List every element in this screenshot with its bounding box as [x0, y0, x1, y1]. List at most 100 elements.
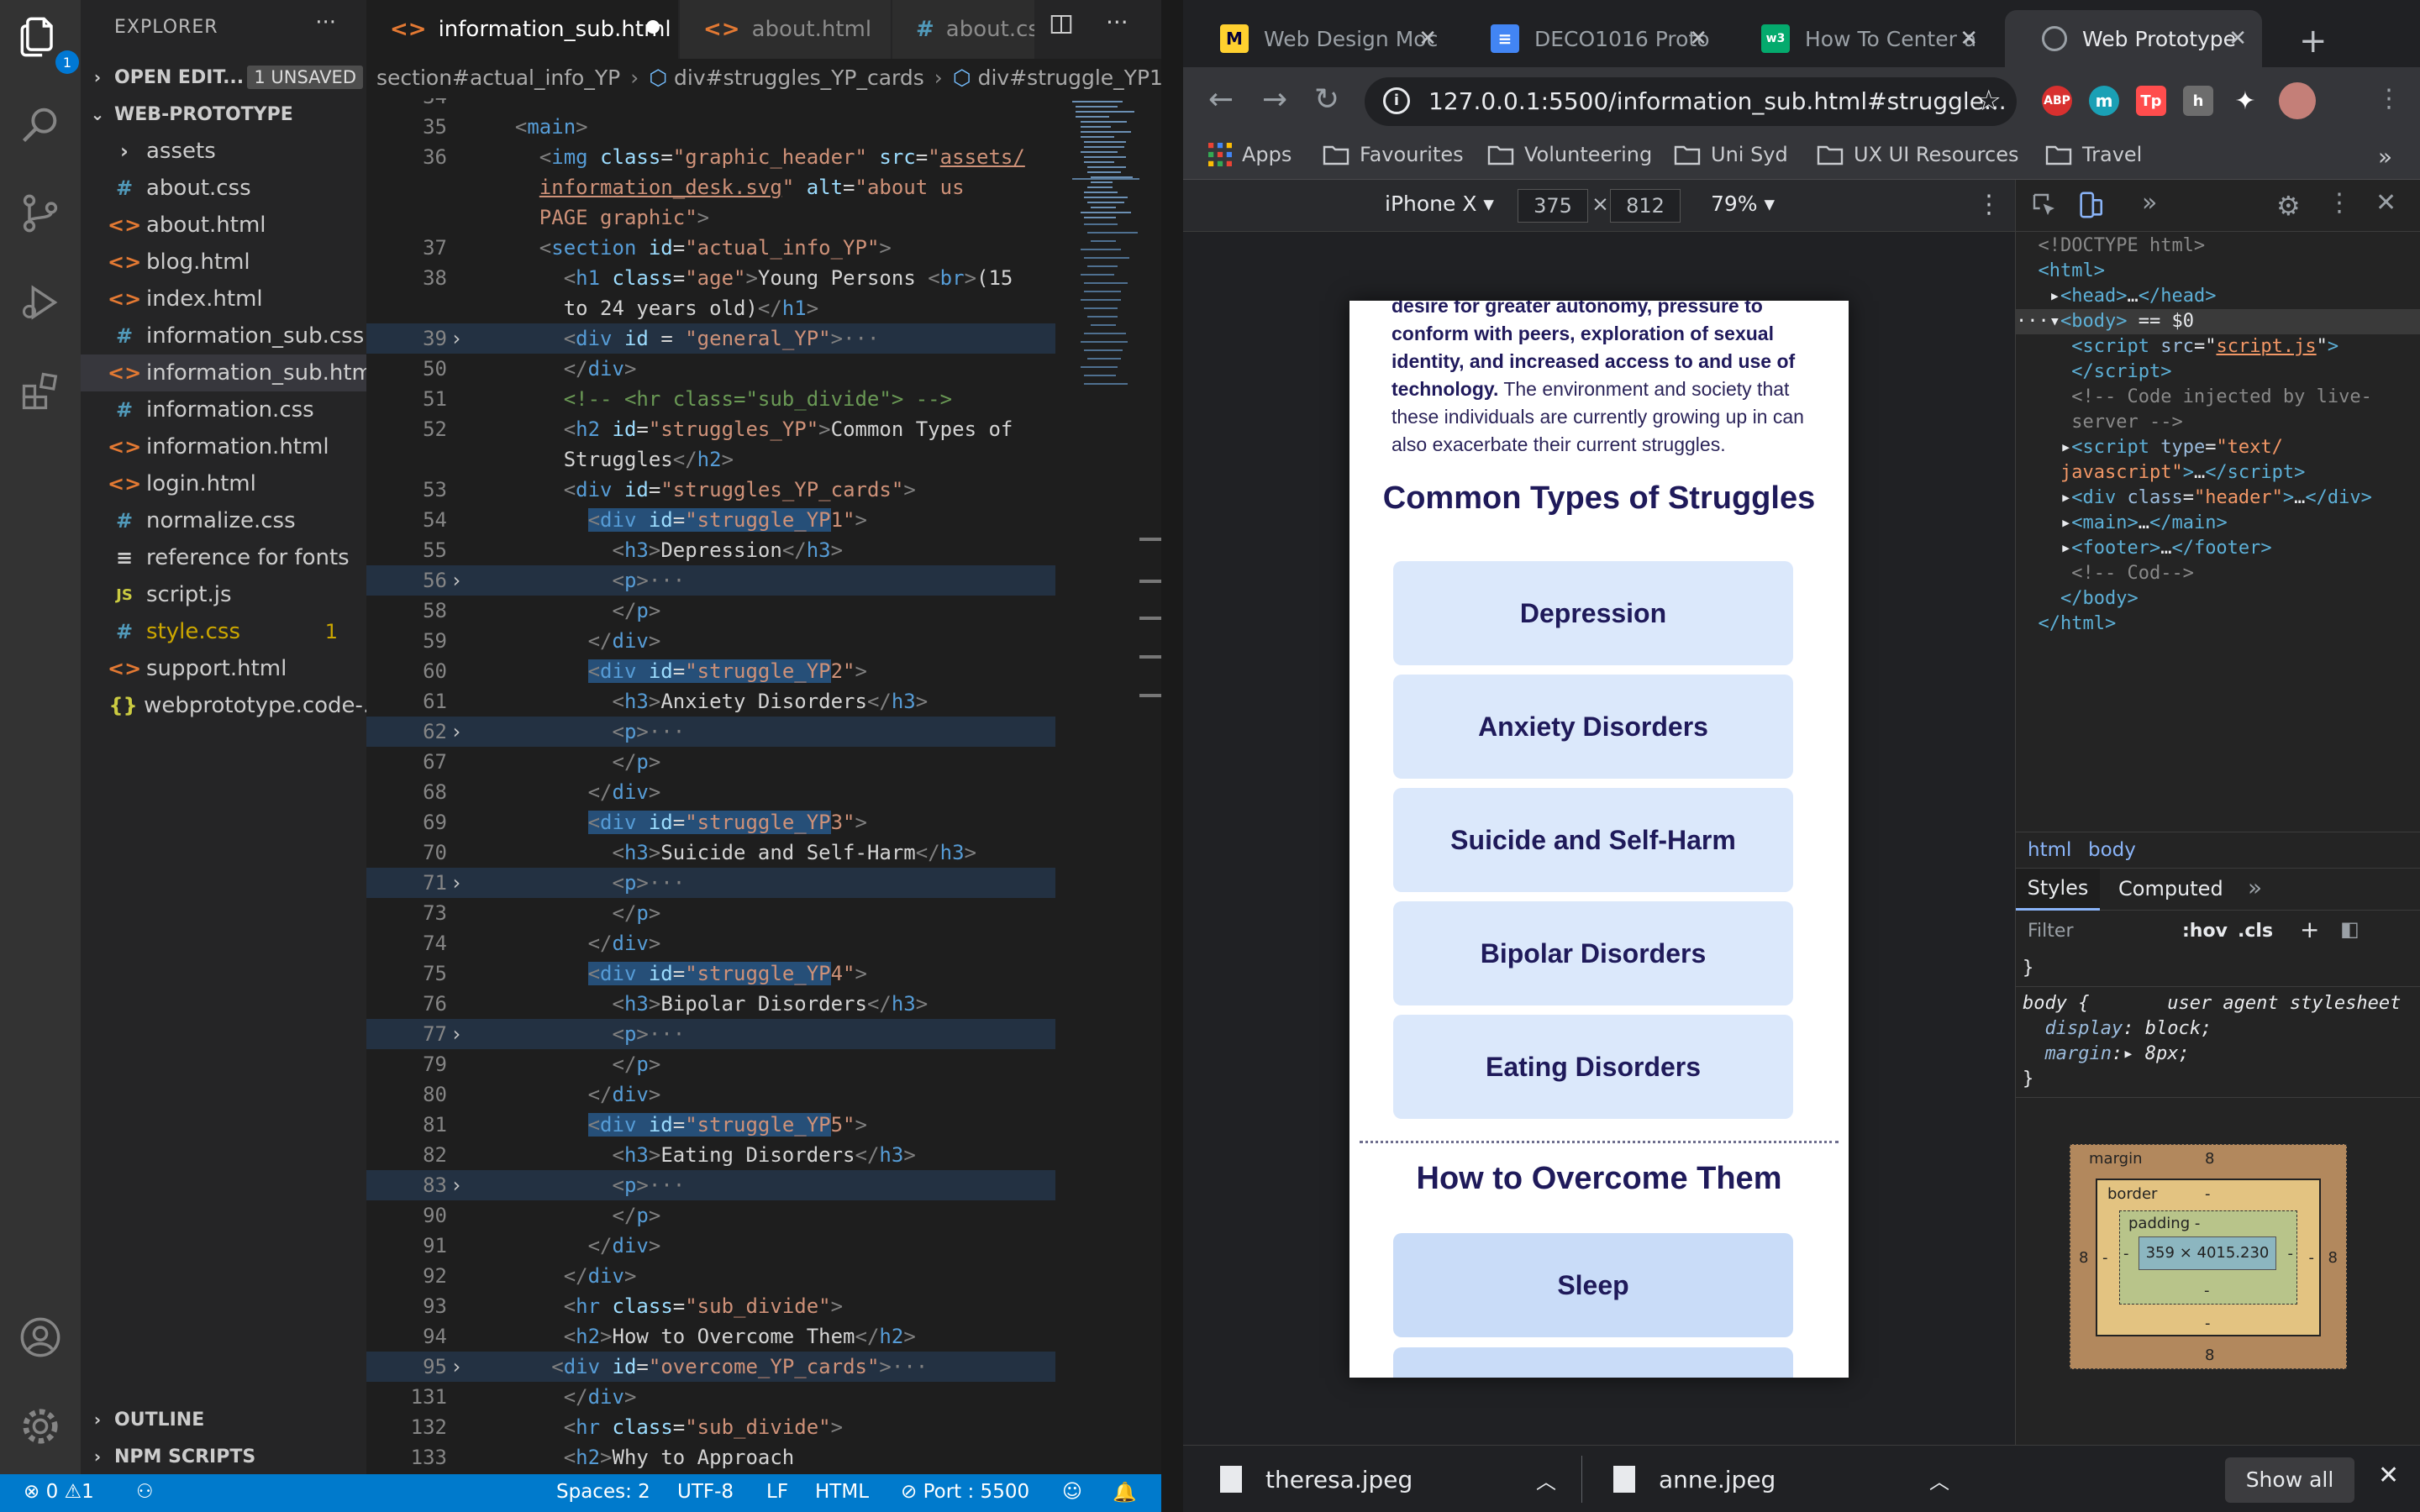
tab-computed[interactable]: Computed [2118, 877, 2223, 900]
device-toggle-icon[interactable] [2076, 190, 2105, 220]
adblock-icon[interactable]: ABP [2042, 86, 2072, 116]
fold-chevron-icon[interactable]: › [450, 1019, 462, 1049]
code-line[interactable]: 73 </p> [366, 898, 1055, 928]
run-debug-icon[interactable] [15, 277, 66, 328]
fold-chevron-icon[interactable]: › [450, 1170, 462, 1200]
back-icon[interactable]: ← [1208, 82, 1234, 117]
close-icon[interactable]: ✕ [2378, 1461, 2399, 1490]
browser-tab-active[interactable]: Web Prototype ✕ [2005, 10, 2262, 67]
project-section[interactable]: ⌄ WEB-PROTOTYPE [81, 97, 366, 131]
code-view[interactable]: 3435 <main>36 <img class="graphic_header… [366, 98, 1055, 1476]
code-line[interactable]: 62 › <p>··· [366, 717, 1055, 747]
bookmark-folder[interactable]: Volunteering [1487, 143, 1652, 166]
code-line[interactable]: 58 </p> [366, 596, 1055, 626]
inspect-element-icon[interactable] [2031, 192, 2058, 218]
code-line[interactable]: 68 </div> [366, 777, 1055, 807]
gear-icon[interactable] [15, 1401, 66, 1452]
toggle-sidebar-icon[interactable]: ◧ [2340, 917, 2360, 941]
close-icon[interactable]: ✕ [1960, 26, 1978, 51]
new-tab-button[interactable]: + [2299, 22, 2328, 60]
address-bar[interactable]: i 127.0.0.1:5500/information_sub.html#st… [1365, 77, 2017, 126]
tab-styles[interactable]: Styles [2016, 869, 2100, 911]
close-icon[interactable]: ✕ [2228, 26, 2247, 51]
code-line[interactable]: 35 <main> [366, 112, 1055, 142]
gear-icon[interactable]: ⚙ [2276, 190, 2301, 222]
account-icon[interactable] [15, 1312, 66, 1362]
extensions-icon[interactable] [15, 366, 66, 417]
more-tabs-icon[interactable]: » [2142, 188, 2157, 218]
dom-node[interactable]: <html> [2016, 259, 2420, 284]
code-line[interactable]: 36 <img class="graphic_header" src="asse… [366, 142, 1055, 172]
encoding-status[interactable]: UTF-8 [677, 1481, 734, 1503]
code-line[interactable]: 69 <div id="struggle_YP3"> [366, 807, 1055, 837]
code-line[interactable]: 61 <h3>Anxiety Disorders</h3> [366, 686, 1055, 717]
code-line[interactable]: 91 </div> [366, 1231, 1055, 1261]
fold-chevron-icon[interactable]: › [450, 323, 462, 354]
more-bookmarks-icon[interactable]: » [2378, 143, 2392, 171]
chevron-up-icon[interactable]: ︿ [1536, 1465, 1556, 1494]
dom-node[interactable]: <script src="script.js"> [2016, 334, 2420, 360]
code-line[interactable]: 81 <div id="struggle_YP5"> [366, 1110, 1055, 1140]
code-line[interactable]: 55 <h3>Depression</h3> [366, 535, 1055, 565]
style-declaration[interactable]: margin:▸ 8px; [2023, 1042, 2420, 1067]
code-line[interactable]: 82 <h3>Eating Disorders</h3> [366, 1140, 1055, 1170]
info-icon[interactable]: i [1383, 87, 1410, 114]
code-line[interactable]: 53 <div id="struggles_YP_cards"> [366, 475, 1055, 505]
code-line[interactable]: 75 <div id="struggle_YP4"> [366, 958, 1055, 989]
file-item[interactable]: <> about.html [81, 207, 366, 244]
fold-chevron-icon[interactable]: › [450, 868, 462, 898]
feedback-icon[interactable]: ☺ [1062, 1481, 1082, 1503]
file-item[interactable]: <> login.html [81, 465, 366, 502]
code-line[interactable]: 131 </div> [366, 1382, 1055, 1412]
code-line[interactable]: 60 <div id="struggle_YP2"> [366, 656, 1055, 686]
style-rule[interactable]: body { user agent stylesheet [2023, 991, 2420, 1016]
dom-crumb-html[interactable]: html [2028, 839, 2071, 861]
tp-extension-icon[interactable]: Tp [2136, 86, 2166, 116]
download-item[interactable]: anne.jpeg ︿ [1613, 1446, 1949, 1512]
cls-toggle[interactable]: .cls [2238, 921, 2273, 942]
zoom-select[interactable]: 79% ▾ [1711, 192, 1775, 216]
tab-about-html[interactable]: <> about.html [680, 0, 892, 59]
unsaved-dot-icon[interactable] [646, 20, 660, 34]
dom-node[interactable]: </body> [2016, 586, 2420, 612]
remote-icon[interactable]: ⚇ [136, 1481, 154, 1503]
breadcrumb-item[interactable]: section#actual_info_YP [376, 66, 620, 90]
window-divider[interactable] [1161, 0, 1183, 1512]
files-icon[interactable]: 1 [15, 12, 79, 74]
code-line[interactable]: 80 </div> [366, 1079, 1055, 1110]
code-line[interactable]: information_desk.svg" alt="about us [366, 172, 1055, 202]
source-control-icon[interactable] [15, 188, 66, 239]
eol-status[interactable]: LF [766, 1481, 788, 1503]
fold-chevron-icon[interactable]: › [450, 565, 462, 596]
struggle-card[interactable]: Anxiety Disorders [1393, 675, 1793, 779]
browser-tab[interactable]: ≡ DECO1016 Proto ✕ [1454, 10, 1723, 67]
browser-tab[interactable]: M Web Design Moc ✕ [1183, 10, 1452, 67]
tab-information-sub-html[interactable]: <> information_sub.html [366, 0, 679, 59]
mobile-page[interactable]: desire for greater autonomy, pressure to… [1349, 301, 1849, 1378]
file-item[interactable]: JS script.js [81, 576, 366, 613]
code-line[interactable]: 77 › <p>··· [366, 1019, 1055, 1049]
problems-indicator[interactable]: ⊗ 0 ⚠1 [24, 1481, 94, 1503]
file-item[interactable]: <> blog.html [81, 244, 366, 281]
bell-icon[interactable]: 🔔 [1113, 1481, 1137, 1504]
code-line[interactable]: 94 <h2>How to Overcome Them</h2> [366, 1321, 1055, 1352]
live-server-port[interactable]: ⊘ Port : 5500 [901, 1481, 1029, 1503]
search-icon[interactable] [15, 99, 66, 150]
mendeley-icon[interactable]: m [2089, 86, 2119, 116]
dom-node[interactable]: <!-- Code injected by live- [2016, 385, 2420, 410]
hov-toggle[interactable]: :hov [2182, 921, 2228, 942]
dom-node[interactable]: ···▾<body> == $0 [2016, 309, 2420, 334]
bookmark-folder[interactable]: UX UI Resources [1817, 143, 2018, 166]
dom-node[interactable]: ▸<div class="header">…</div> [2016, 486, 2420, 511]
dom-node[interactable]: </script> [2016, 360, 2420, 385]
file-item[interactable]: # about.css [81, 170, 366, 207]
device-height-input[interactable]: 812 [1610, 189, 1681, 223]
file-item[interactable]: <> support.html [81, 650, 366, 687]
code-line[interactable]: 132 <hr class="sub_divide"> [366, 1412, 1055, 1442]
overcome-card[interactable]: Sleep [1393, 1233, 1793, 1337]
show-all-button[interactable]: Show all [2225, 1457, 2354, 1503]
struggle-card[interactable]: Eating Disorders [1393, 1015, 1793, 1119]
browser-tab[interactable]: w3 How To Center a ✕ [1724, 10, 1993, 67]
code-line[interactable]: 38 <h1 class="age">Young Persons <br>(15 [366, 263, 1055, 293]
dom-node[interactable]: <!-- Cod--> [2016, 561, 2420, 586]
